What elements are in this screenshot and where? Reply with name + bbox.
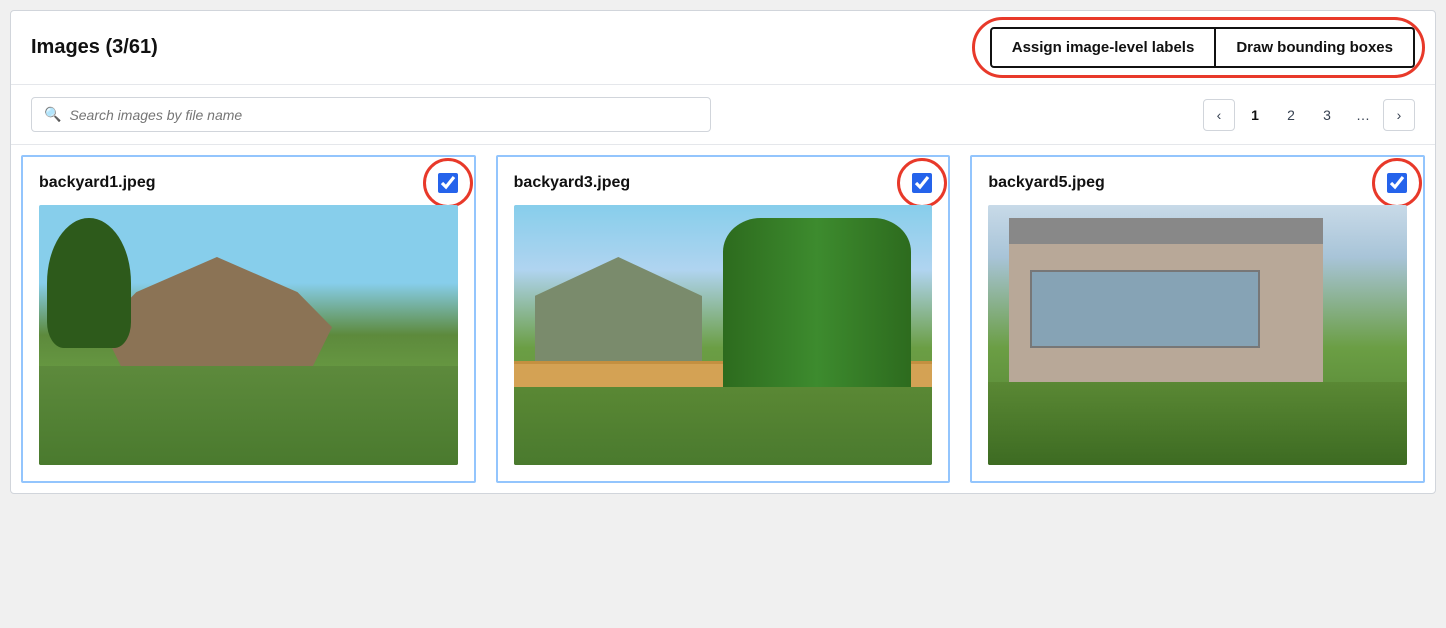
page-2-button[interactable]: 2 [1275, 99, 1307, 131]
card-header-5: backyard5.jpeg [988, 173, 1407, 193]
tree-decoration [47, 218, 131, 348]
roof-decoration [1009, 218, 1323, 244]
filename-3: backyard3.jpeg [514, 174, 631, 192]
backyard5-image [988, 205, 1407, 465]
search-bar: 🔍 ‹ 1 2 3 … › [11, 85, 1435, 145]
title-text: Images [31, 36, 100, 58]
image-card-5: backyard5.jpeg [970, 155, 1425, 483]
trees-decoration [723, 218, 911, 387]
pagination: ‹ 1 2 3 … › [1203, 99, 1415, 131]
backyard1-image [39, 205, 458, 465]
card-header-1: backyard1.jpeg [39, 173, 458, 193]
filename-5: backyard5.jpeg [988, 174, 1105, 192]
page-ellipsis: … [1347, 99, 1379, 131]
backyard3-image [514, 205, 933, 465]
page-3-button[interactable]: 3 [1311, 99, 1343, 131]
title-count: (3/61) [106, 36, 158, 58]
image-preview-3 [514, 205, 933, 465]
select-image-1-checkbox[interactable] [438, 173, 458, 193]
draw-bounding-boxes-button[interactable]: Draw bounding boxes [1216, 27, 1415, 68]
image-preview-1 [39, 205, 458, 465]
page-1-button[interactable]: 1 [1239, 99, 1271, 131]
search-icon: 🔍 [44, 106, 61, 123]
card-header-3: backyard3.jpeg [514, 173, 933, 193]
header: Images (3/61) Assign image-level labels … [11, 11, 1435, 85]
images-grid: backyard1.jpeg backyard3.jpeg [11, 145, 1435, 493]
image-card-1: backyard1.jpeg [21, 155, 476, 483]
windows-decoration [1030, 270, 1260, 348]
checkbox-wrapper-5 [1387, 173, 1407, 193]
select-image-3-checkbox[interactable] [912, 173, 932, 193]
checkbox-wrapper-1 [438, 173, 458, 193]
header-buttons: Assign image-level labels Draw bounding … [990, 27, 1415, 68]
checkbox-wrapper-3 [912, 173, 932, 193]
image-card-3: backyard3.jpeg [496, 155, 951, 483]
search-wrapper: 🔍 [31, 97, 711, 132]
select-image-5-checkbox[interactable] [1387, 173, 1407, 193]
page-title: Images (3/61) [31, 36, 158, 59]
next-page-button[interactable]: › [1383, 99, 1415, 131]
image-preview-5 [988, 205, 1407, 465]
prev-page-button[interactable]: ‹ [1203, 99, 1235, 131]
assign-labels-button[interactable]: Assign image-level labels [990, 27, 1217, 68]
filename-1: backyard1.jpeg [39, 174, 156, 192]
main-container: Images (3/61) Assign image-level labels … [10, 10, 1436, 494]
search-input[interactable] [69, 107, 698, 123]
